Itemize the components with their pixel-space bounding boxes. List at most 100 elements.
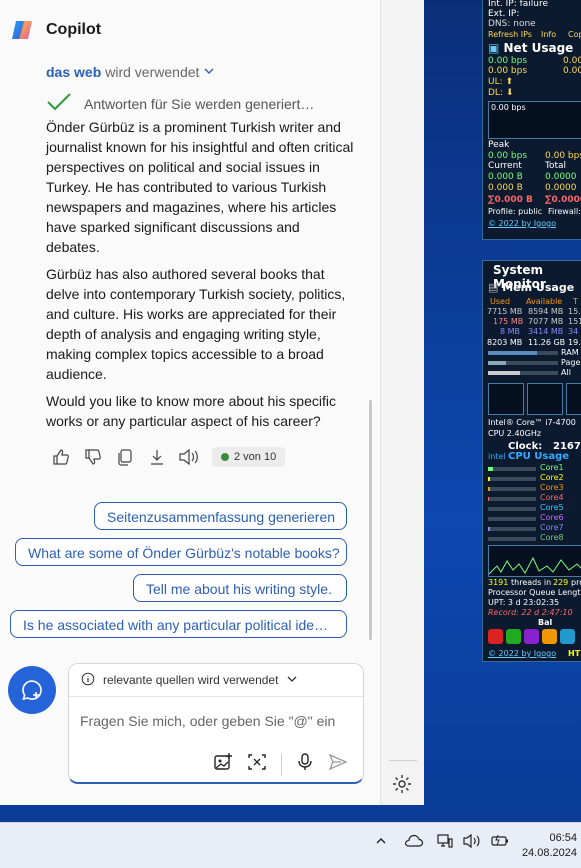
mem-used: 175 MB — [493, 317, 524, 326]
sleep-icon[interactable] — [524, 629, 539, 644]
response-page-indicator[interactable]: 2 von 10 — [212, 447, 286, 467]
chat-area: Copilot das web wird verwendet Antworten… — [0, 0, 381, 805]
dns-label: DNS: none — [488, 19, 536, 29]
new-chat-button[interactable] — [8, 666, 56, 714]
taskbar-clock[interactable]: 06:54 24.08.2024 — [522, 831, 577, 861]
suggestion-chip[interactable]: What are some of Önder Gürbüz's notable … — [15, 538, 347, 566]
proc-label: pro — [571, 578, 581, 587]
message-actions: 2 von 10 — [50, 446, 286, 468]
sources-toggle[interactable]: relevante quellen wird verwendet — [69, 664, 363, 697]
peak-ul: 0.00 bps — [488, 151, 528, 161]
cpu-usage-title: CPU Usage — [508, 451, 570, 462]
chat-scrollbar[interactable] — [369, 400, 372, 640]
sources-label: relevante quellen wird verwendet — [103, 673, 279, 687]
shutdown-icon[interactable] — [488, 629, 503, 644]
message-paragraph: Would you like to know more about his sp… — [46, 393, 336, 429]
settings-gear-icon[interactable] — [391, 773, 413, 795]
dl-bps: 0.00 bps — [488, 66, 528, 76]
generating-text: Antworten für Sie werden generiert… — [84, 95, 315, 112]
system-tray — [374, 833, 510, 854]
thumbs-down-icon[interactable] — [82, 446, 104, 468]
core-bar — [488, 507, 536, 511]
net-usage-widget: Int. IP: failure Ext. IP: DNS: none Refr… — [482, 0, 581, 240]
peak-dl: 0.00 bps — [545, 151, 581, 161]
add-image-icon[interactable] — [213, 752, 233, 777]
threads-label: threads in — [511, 578, 552, 587]
cpu-graph — [488, 545, 581, 577]
sync-cloud-icon[interactable] — [404, 833, 424, 854]
net-graph-label: 0.00 bps — [491, 103, 526, 112]
core-bar — [488, 487, 536, 491]
mem-used: 8203 MB — [487, 338, 523, 347]
suggestion-chip[interactable]: Seitenzusammenfassung generieren — [94, 502, 347, 530]
core-bar — [488, 527, 536, 531]
clock-time: 06:54 — [549, 832, 577, 844]
mem-avail: 8594 MB — [528, 307, 564, 316]
power-icon[interactable] — [542, 629, 557, 644]
net-footer-link[interactable]: © 2022 by Igogo — [488, 219, 556, 228]
copilot-sidebar: Copilot das web wird verwendet Antworten… — [0, 0, 424, 805]
refresh-icon[interactable] — [560, 629, 575, 644]
net-graph: 0.00 bps — [488, 101, 581, 139]
screenshot-icon[interactable] — [247, 752, 267, 777]
new-chat-icon — [22, 680, 42, 701]
chat-input-box: relevante quellen wird verwendet Fragen … — [68, 663, 364, 784]
page-indicator-text: 2 von 10 — [234, 451, 277, 463]
source-web-label: das web — [46, 64, 102, 80]
chevron-up-icon[interactable] — [374, 834, 388, 853]
speaker-icon[interactable] — [178, 446, 200, 468]
generating-status: Antworten für Sie werden generiert… — [46, 92, 314, 115]
profile-label: Profile: public — [488, 207, 543, 216]
microphone-icon[interactable] — [296, 752, 314, 777]
dl-bytes: 0.00 B — [563, 66, 581, 76]
monitor-icon: ▣ — [488, 41, 504, 55]
suggestion-chip[interactable]: Tell me about his writing style. — [133, 574, 347, 602]
mem-total: 19. — [568, 338, 581, 347]
core-label: Core4 — [540, 493, 564, 502]
ul-bytes: 0.00 B — [563, 56, 581, 66]
sum-current: ∑0.000 B — [488, 195, 533, 205]
copy-link[interactable]: Cop — [568, 30, 581, 39]
cur-ul: 0.000 B — [488, 172, 523, 182]
source-suffix: wird verwendet — [105, 64, 200, 80]
battery-icon[interactable] — [490, 833, 510, 854]
core-bar — [488, 477, 536, 481]
power-buttons — [488, 629, 575, 644]
copilot-logo-icon — [10, 18, 34, 42]
sidebar-divider — [389, 760, 417, 761]
copilot-header: Copilot — [10, 18, 101, 42]
ext-ip-label: Ext. IP: — [488, 9, 520, 19]
core-bar — [488, 517, 536, 521]
sys-footer-link[interactable]: © 2022 by Igogo — [488, 649, 556, 658]
chevron-down-icon — [286, 673, 298, 688]
int-ip-label: Int. IP: failure — [488, 0, 549, 9]
thumbs-up-icon[interactable] — [50, 446, 72, 468]
ul-bar-label: UL: ⬆ — [488, 77, 514, 87]
send-icon[interactable] — [328, 752, 348, 777]
sidebar-strip — [381, 0, 424, 805]
network-icon[interactable] — [436, 833, 454, 854]
volume-icon[interactable] — [462, 833, 482, 854]
taskbar: 06:54 24.08.2024 — [0, 822, 581, 868]
ram-bar-label: RAM — [561, 348, 579, 357]
core-label: Core5 — [540, 503, 564, 512]
source-indicator[interactable]: das web wird verwendet — [46, 64, 215, 80]
tot-dl: 0.0000 — [545, 183, 577, 193]
chat-input-field[interactable]: Fragen Sie mich, oder geben Sie "@" ein — [80, 713, 335, 729]
ht-label: HT — [568, 649, 581, 658]
assistant-message: Önder Gürbüz is a prominent Turkish writ… — [46, 117, 356, 438]
net-usage-title: ▣ Net Usage — [488, 41, 574, 55]
core-label: Core1 — [540, 463, 564, 472]
info-link[interactable]: Info — [541, 30, 556, 39]
cpu-name: Intel® Core™ i7-4700 — [488, 418, 576, 427]
copy-icon[interactable] — [114, 446, 136, 468]
col-used: Used — [490, 297, 511, 306]
core-label: Core7 — [540, 523, 564, 532]
mem-graph — [527, 383, 563, 415]
sum-total: ∑0.0000 — [545, 195, 581, 205]
suggestion-chip[interactable]: Is he associated with any particular pol… — [10, 610, 347, 638]
refresh-ips-link[interactable]: Refresh IPs — [488, 30, 532, 39]
download-icon[interactable] — [146, 446, 168, 468]
uptime-label: UPT: 3 d 23:02:35 — [488, 598, 560, 607]
restart-icon[interactable] — [506, 629, 521, 644]
